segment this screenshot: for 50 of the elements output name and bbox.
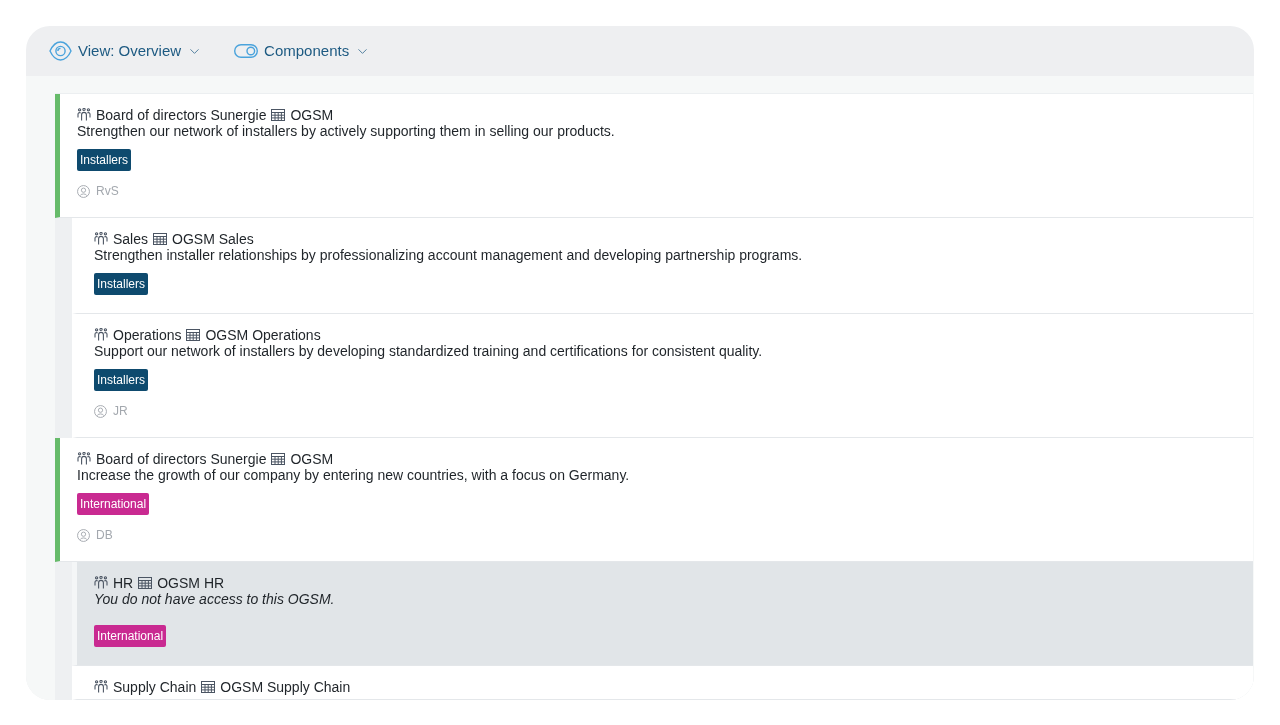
objective-text: Strengthen installer relationships by professionalizing account management and developing partnership programs. [94,247,804,263]
objective-row[interactable]: Supply Chain OGSM Supply Chain [72,666,1253,700]
objective-row[interactable]: Sales OGSM Sales Strengthen installer relationships by professionalizing account management and developing partnership programs. Installers [72,218,1253,314]
category-tag: Installers [77,149,132,171]
people-icon [94,576,108,590]
user-icon [77,528,90,542]
team-name: Sales [113,231,149,247]
team-name: Board of directors Sunergie [96,107,267,123]
user-icon [94,404,107,418]
objective-row[interactable]: Board of directors Sunergie OGSM Increase the growth of our company by entering new countries, with a focus on Germany. International DB [55,438,1253,562]
restricted-objective-row[interactable]: HR OGSM HR You do not have access to this OGSM. International [72,562,1253,666]
ogsm-name: OGSM Sales [172,231,254,247]
ogsm-name: OGSM [290,451,334,467]
objective-row[interactable]: Board of directors Sunergie OGSM Strengthen our network of installers by actively supporting them in selling our products. Installers RvS [55,94,1253,218]
category-tag: Installers [94,273,149,295]
category-tag: Installers [94,369,149,391]
owner-initials: DB [96,527,113,543]
objective-text: Strengthen our network of installers by actively supporting them in selling our products. [77,123,616,139]
eye-icon [49,41,72,61]
people-icon [77,108,91,122]
category-tag: International [77,493,150,515]
ogsm-name: OGSM [290,107,334,123]
owner-initials: JR [113,403,128,419]
people-icon [77,452,91,466]
ogsm-name: OGSM Operations [205,327,321,343]
table-icon [186,329,201,341]
team-name: Operations [113,327,182,343]
ogsm-name: OGSM HR [157,575,225,591]
team-name: HR [113,575,134,591]
table-icon [153,233,168,245]
table-icon [201,681,216,693]
toggle-icon [234,44,259,58]
user-icon [77,184,90,198]
owner-initials: RvS [96,183,119,199]
people-icon [94,680,108,694]
table-icon [138,577,153,589]
category-tag: International [94,625,167,647]
components-menu-button[interactable]: Components [234,39,371,63]
objective-text: Support our network of installers by developing standardized training and certifications for consistent quality. [94,343,764,359]
team-name: Supply Chain [113,679,197,695]
objective-text: Increase the growth of our company by entering new countries, with a focus on Germany. [77,467,631,483]
view-menu-button[interactable]: View: Overview [49,39,203,63]
table-icon [271,453,286,465]
table-icon [271,109,286,121]
no-access-message: You do not have access to this OGSM. [94,591,336,607]
people-icon [94,232,108,246]
people-icon [94,328,108,342]
ogsm-name: OGSM Supply Chain [220,679,351,695]
team-name: Board of directors Sunergie [96,451,267,467]
objective-row[interactable]: Operations OGSM Operations Support our network of installers by developing standardized training and certifications for consistent quality. Installers JR [72,314,1253,438]
